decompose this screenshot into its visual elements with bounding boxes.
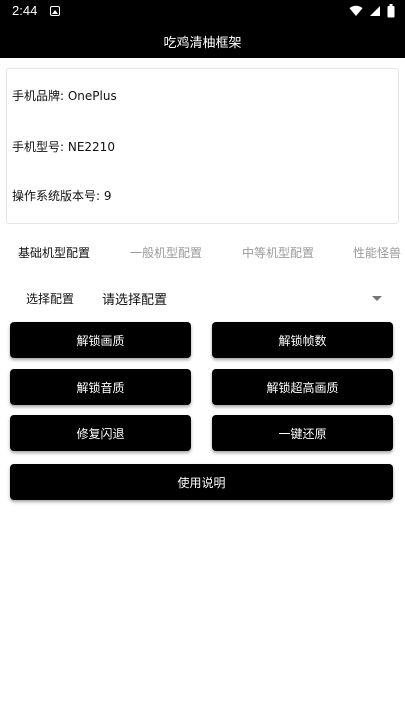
app-title: 吃鸡清柚框架 [163,35,242,51]
status-icons [349,4,395,18]
os-version-text: 操作系统版本号: 9 [12,189,112,203]
config-select-dropdown[interactable]: 请选择配置 [102,289,167,308]
tab-general-config[interactable]: 一般机型配置 [130,244,202,261]
status-time: 2:44 [12,3,38,18]
config-select-label: 选择配置 [26,292,75,306]
wifi-icon [349,5,363,17]
config-tabs: 基础机型配置 一般机型配置 中等机型配置 性能怪兽 [0,238,405,266]
unlock-ultra-hd-button[interactable]: 解锁超高画质 [212,369,393,405]
tab-performance-config[interactable]: 性能怪兽 [353,244,401,261]
device-info-card: 手机品牌: OnePlus 手机型号: NE2210 操作系统版本号: 9 [6,68,399,224]
device-brand-text: 手机品牌: OnePlus [12,89,117,103]
device-model-text: 手机型号: NE2210 [12,140,115,154]
notification-icon [50,6,60,16]
status-bar: 2:44 [0,0,405,24]
tab-basic-config[interactable]: 基础机型配置 [18,244,90,261]
cellular-icon [370,6,380,16]
unlock-quality-button[interactable]: 解锁画质 [10,322,191,358]
fix-crash-button[interactable]: 修复闪退 [10,415,191,451]
battery-icon [387,4,395,18]
tab-medium-config[interactable]: 中等机型配置 [242,244,314,261]
unlock-fps-button[interactable]: 解锁帧数 [212,322,393,358]
one-click-restore-button[interactable]: 一键还原 [212,415,393,451]
instructions-button[interactable]: 使用说明 [10,464,393,500]
unlock-audio-button[interactable]: 解锁音质 [10,369,191,405]
config-select-row: 选择配置 请选择配置 [0,284,405,312]
app-bar: 吃鸡清柚框架 [0,24,405,58]
dropdown-arrow-icon[interactable] [372,296,382,301]
